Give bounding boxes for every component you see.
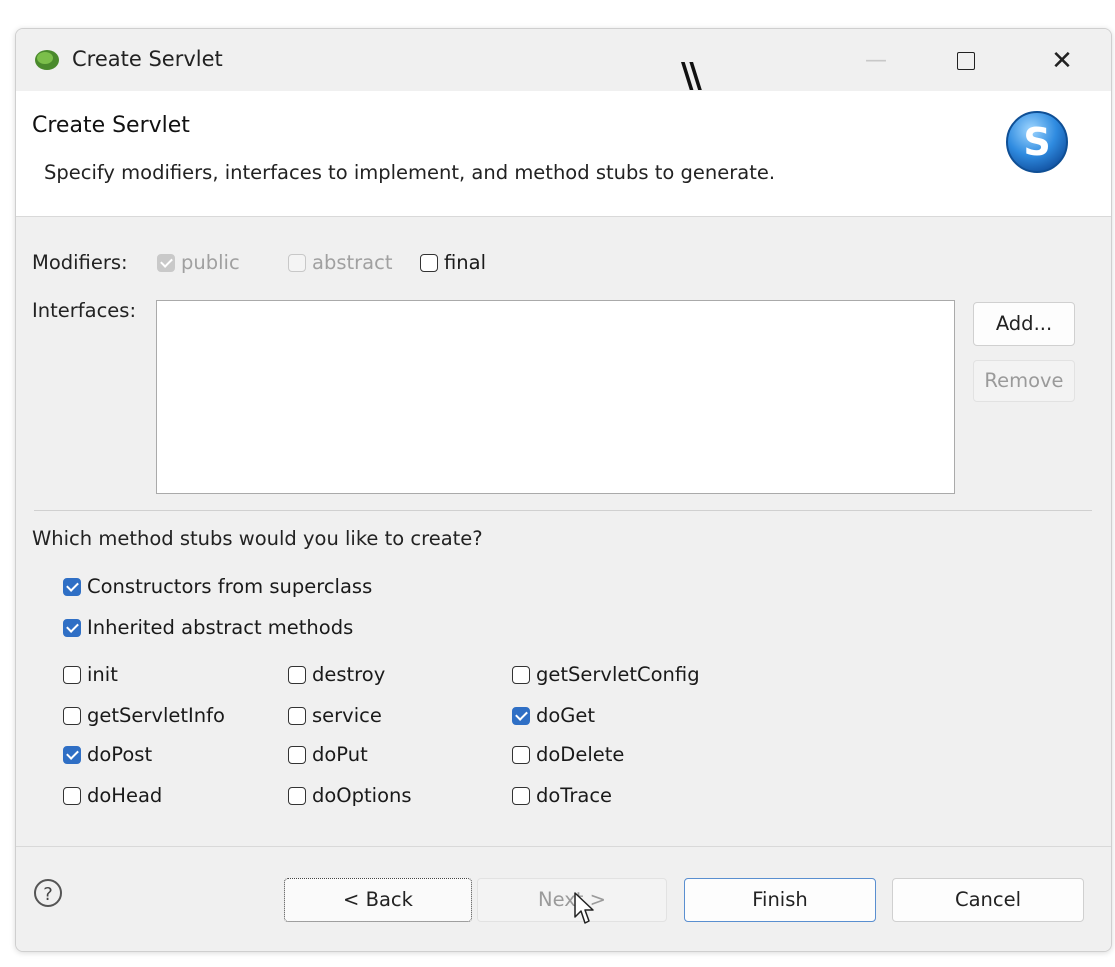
finish-button[interactable]: Finish [684,878,876,922]
create-servlet-dialog: Create Servlet — ✕ \\ Create Servlet Spe… [15,28,1112,952]
checkbox-box [512,787,530,805]
method-label: init [87,663,118,686]
method-label: doDelete [536,743,625,766]
method-label: doGet [536,704,596,727]
mouse-cursor-icon [574,892,594,924]
modifier-final-label: final [444,251,487,274]
method-service-checkbox[interactable]: service [288,704,382,727]
method-init-checkbox[interactable]: init [63,663,118,686]
modifier-abstract-checkbox[interactable]: abstract [288,251,392,274]
wizard-banner: \\ Create Servlet Specify modifiers, int… [16,56,1111,217]
banner-description: Specify modifiers, interfaces to impleme… [44,161,776,184]
interfaces-list[interactable] [156,300,955,494]
inherited-abstract-checkbox[interactable]: Inherited abstract methods [63,616,353,639]
method-dohead-checkbox[interactable]: doHead [63,784,162,807]
cancel-button[interactable]: Cancel [892,878,1084,922]
close-icon: ✕ [1051,46,1073,76]
checkbox-box [288,787,306,805]
checkbox-box [63,746,81,764]
method-label: doPut [312,743,368,766]
checkbox-box [288,707,306,725]
method-doput-checkbox[interactable]: doPut [288,743,368,766]
method-destroy-checkbox[interactable]: destroy [288,663,385,686]
checkbox-box [157,254,175,272]
checkbox-box [63,666,81,684]
modifier-final-checkbox[interactable]: final [420,251,486,274]
constructors-label: Constructors from superclass [87,575,373,598]
checkbox-box [63,787,81,805]
method-label: doTrace [536,784,613,807]
method-getservletconfig-checkbox[interactable]: getServletConfig [512,663,700,686]
button-bar: ? < Back Next > Finish Cancel [16,846,1111,951]
next-button[interactable]: Next > [477,878,667,922]
method-label: getServletInfo [87,704,225,727]
method-dooptions-checkbox[interactable]: doOptions [288,784,412,807]
checkbox-box [512,707,530,725]
checkbox-box [512,746,530,764]
checkbox-box [288,666,306,684]
maximize-button[interactable] [946,43,986,79]
checkbox-box [63,707,81,725]
method-stubs-question: Which method stubs would you like to cre… [32,527,483,550]
checkbox-box [288,746,306,764]
help-icon[interactable]: ? [34,879,62,907]
interfaces-label: Interfaces: [32,299,137,322]
modifier-abstract-label: abstract [312,251,393,274]
maximize-icon [957,52,975,70]
method-label: destroy [312,663,386,686]
method-dotrace-checkbox[interactable]: doTrace [512,784,612,807]
back-button[interactable]: < Back [284,878,472,922]
checkbox-box [512,666,530,684]
title-bar: Create Servlet — ✕ [16,29,1111,91]
checkbox-box [420,254,438,272]
window-title: Create Servlet [72,47,223,71]
constructors-checkbox[interactable]: Constructors from superclass [63,575,372,598]
method-dodelete-checkbox[interactable]: doDelete [512,743,624,766]
method-label: service [312,704,382,727]
method-doget-checkbox[interactable]: doGet [512,704,595,727]
eclipse-app-icon [35,50,59,70]
banner-title: Create Servlet [32,113,190,138]
minimize-button[interactable]: — [856,43,896,79]
servlet-logo-icon: S [1006,111,1068,173]
modifier-public-label: public [181,251,240,274]
modifiers-label: Modifiers: [32,251,128,274]
modifier-public-checkbox[interactable]: public [157,251,240,274]
remove-interface-button[interactable]: Remove [973,360,1075,402]
stray-mark: \\ [681,56,702,96]
svg-text:S: S [1023,120,1050,164]
checkbox-box [63,619,81,637]
inherited-abstract-label: Inherited abstract methods [87,616,354,639]
method-label: doPost [87,743,153,766]
method-getservletinfo-checkbox[interactable]: getServletInfo [63,704,225,727]
close-button[interactable]: ✕ [1042,43,1082,79]
method-label: doHead [87,784,163,807]
minimize-icon: — [865,48,887,73]
add-interface-button[interactable]: Add... [973,302,1075,346]
method-dopost-checkbox[interactable]: doPost [63,743,152,766]
method-label: getServletConfig [536,663,700,686]
section-divider [34,510,1092,511]
method-label: doOptions [312,784,412,807]
checkbox-box [288,254,306,272]
checkbox-box [63,578,81,596]
